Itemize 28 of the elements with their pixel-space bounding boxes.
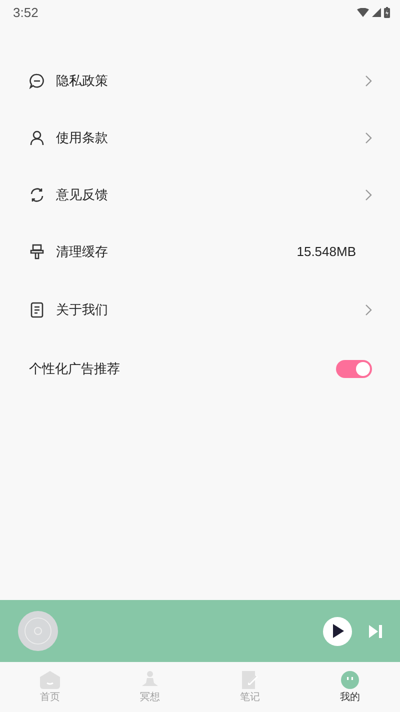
note-icon	[241, 670, 259, 688]
meditation-icon	[141, 670, 159, 688]
chat-bubble-icon	[29, 72, 45, 88]
chevron-right-icon	[365, 188, 372, 200]
chevron-right-icon	[365, 304, 372, 316]
disc-icon	[18, 611, 58, 651]
document-icon	[29, 302, 45, 318]
setting-label: 个性化广告推荐	[29, 360, 121, 378]
refresh-icon	[29, 186, 45, 202]
setting-label[interactable]: 意见反馈	[56, 186, 365, 204]
setting-label[interactable]: 隐私政策	[56, 72, 365, 90]
play-button[interactable]	[323, 616, 352, 646]
nav-tab[interactable]: 我的	[300, 662, 400, 712]
wifi-icon	[357, 8, 369, 16]
smiley-face-icon	[341, 670, 359, 688]
toggle-switch[interactable]	[336, 360, 372, 378]
chevron-right-icon	[365, 74, 372, 86]
setting-label[interactable]: 使用条款	[56, 128, 365, 146]
battery-icon	[384, 6, 390, 18]
home-icon	[40, 670, 60, 688]
signal-icon	[372, 8, 381, 16]
chevron-right-icon	[365, 132, 372, 144]
cache-size: 15.548MB	[296, 244, 356, 259]
person-icon	[29, 130, 45, 146]
setting-label[interactable]: 关于我们	[56, 301, 365, 319]
setting-label: 清理缓存	[56, 244, 109, 260]
clock-time: 3:52	[13, 4, 38, 20]
next-button[interactable]	[369, 624, 382, 638]
